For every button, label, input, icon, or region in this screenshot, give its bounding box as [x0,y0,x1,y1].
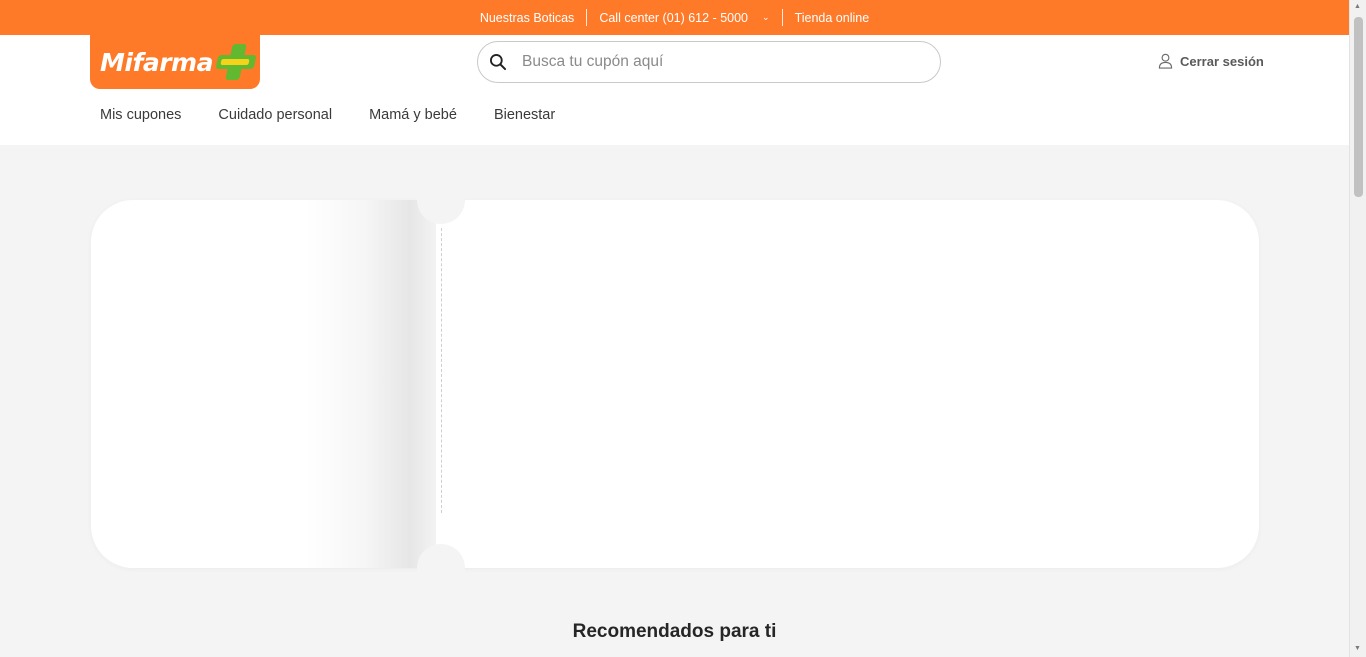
coupon-card-placeholder [91,200,1259,568]
user-icon [1158,53,1173,69]
divider [586,9,588,26]
nav-item-cuidado-personal[interactable]: Cuidado personal [218,107,332,123]
call-center-label: Call center (01) 612 - 5000 [599,10,749,25]
search-icon[interactable] [488,52,508,72]
scrollbar[interactable]: ▲ ▼ [1349,0,1366,657]
call-center-dropdown[interactable]: Call center (01) 612 - 5000 ⌄ [587,11,781,25]
coupon-notch-bottom [417,544,465,592]
coupon-perforation [441,228,442,513]
search-bar[interactable] [477,41,941,83]
category-nav: Mis cupones Cuidado personal Mamá y bebé… [100,107,592,123]
top-bar: Nuestras Boticas Call center (01) 612 - … [0,0,1349,35]
scrollbar-thumb[interactable] [1354,17,1363,197]
scroll-up-icon[interactable]: ▲ [1354,3,1361,10]
cross-icon [215,42,257,82]
nav-item-bienestar[interactable]: Bienestar [494,107,555,123]
mifarma-logo[interactable]: Mifarma [90,35,260,89]
stores-link[interactable]: Nuestras Boticas [468,11,586,25]
chevron-down-icon: ⌄ [762,12,770,22]
nav-item-mama-y-bebe[interactable]: Mamá y bebé [369,107,457,123]
divider [781,9,783,26]
online-store-link[interactable]: Tienda online [783,11,882,25]
nav-item-mis-cupones[interactable]: Mis cupones [100,107,181,123]
logo-text: Mifarma [100,47,213,77]
header: Mifarma Cerrar sesión Mis cupones Cuidad… [0,35,1349,145]
coupon-notch-top [417,176,465,224]
logout-button[interactable]: Cerrar sesión [1158,53,1264,69]
logout-label: Cerrar sesión [1180,53,1264,69]
search-input[interactable] [522,53,902,71]
recommended-title: Recomendados para ti [572,621,777,642]
coupon-fold-shading [306,200,436,568]
scroll-down-icon[interactable]: ▼ [1354,645,1361,652]
